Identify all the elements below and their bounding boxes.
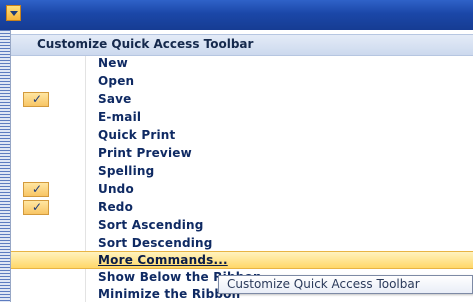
menu-item-more-commands[interactable]: More Commands... [11, 251, 473, 269]
menu-item-quick-print[interactable]: Quick Print [11, 127, 473, 145]
tooltip-text: Customize Quick Access Toolbar [227, 277, 420, 291]
menu-header: Customize Quick Access Toolbar [11, 34, 473, 56]
menu-item-label: Open [98, 74, 135, 88]
menu-item-new[interactable]: New [11, 55, 473, 73]
menu-item-email[interactable]: E-mail [11, 109, 473, 127]
title-bar [0, 0, 473, 30]
document-edge [0, 30, 10, 302]
customize-qat-dropdown-button[interactable] [6, 5, 21, 21]
menu-item-label: Quick Print [98, 128, 176, 142]
checkmark-icon: ✓ [23, 92, 49, 107]
menu-item-label: More Commands... [98, 253, 228, 267]
chevron-down-icon [10, 11, 18, 16]
menu-item-label: New [98, 56, 128, 70]
customize-qat-menu: Customize Quick Access Toolbar New Open … [10, 30, 473, 302]
menu-item-label: Redo [98, 200, 134, 214]
checkmark-icon: ✓ [23, 200, 49, 215]
menu-item-label: Sort Ascending [98, 218, 204, 232]
tooltip: Customize Quick Access Toolbar [218, 275, 473, 294]
menu-item-label: Print Preview [98, 146, 192, 160]
menu-item-label: Spelling [98, 164, 155, 178]
menu-item-label: Sort Descending [98, 236, 213, 250]
menu-item-spelling[interactable]: Spelling [11, 163, 473, 181]
checkmark-icon: ✓ [23, 182, 49, 197]
menu-item-print-preview[interactable]: Print Preview [11, 145, 473, 163]
menu-header-label: Customize Quick Access Toolbar [37, 37, 254, 51]
menu-item-sort-ascending[interactable]: Sort Ascending [11, 217, 473, 235]
menu-item-save[interactable]: ✓ Save [11, 91, 473, 109]
menu-item-label: Undo [98, 182, 134, 196]
menu-item-open[interactable]: Open [11, 73, 473, 91]
menu-item-redo[interactable]: ✓ Redo [11, 199, 473, 217]
menu-item-undo[interactable]: ✓ Undo [11, 181, 473, 199]
menu-item-label: E-mail [98, 110, 142, 124]
menu-item-label: Save [98, 92, 132, 106]
